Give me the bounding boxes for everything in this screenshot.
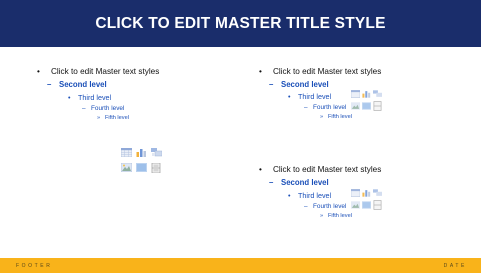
text-level-3[interactable]: • Third level: [68, 94, 111, 101]
insert-online-picture-icon[interactable]: [362, 102, 371, 110]
insert-content-icons: [351, 189, 383, 217]
text-level-1[interactable]: • Click to edit Master text styles: [259, 165, 382, 174]
text-level-2[interactable]: – Second level: [47, 81, 107, 89]
insert-picture-icon[interactable]: [121, 163, 132, 172]
text-level-1-label: Click to edit Master text styles: [273, 67, 382, 76]
bullet: •: [288, 92, 291, 101]
text-level-5-label: Fifth level: [328, 114, 352, 120]
slide-master: CLICK TO EDIT MASTER TITLE STYLE • Click …: [0, 0, 481, 273]
content-placeholder-bottom-right[interactable]: • Click to edit Master text styles – Secon…: [240, 155, 481, 235]
bullet: –: [304, 104, 308, 111]
text-level-3[interactable]: • Third level: [288, 192, 331, 199]
text-level-3-label: Third level: [78, 93, 112, 102]
text-level-1-label: Click to edit Master text styles: [273, 165, 382, 174]
bullet: »: [320, 213, 324, 219]
text-level-4[interactable]: – Fourth level: [304, 203, 347, 210]
insert-chart-icon[interactable]: [362, 189, 371, 197]
insert-online-picture-icon[interactable]: [362, 201, 371, 209]
insert-online-picture-icon[interactable]: [136, 163, 147, 172]
bullet: –: [269, 80, 274, 89]
bullet: »: [97, 115, 101, 121]
insert-video-icon[interactable]: [151, 163, 161, 173]
insert-smartart-icon[interactable]: [373, 90, 382, 98]
text-level-3[interactable]: • Third level: [288, 93, 331, 100]
bullet: »: [320, 114, 324, 120]
text-level-2-label: Second level: [59, 80, 107, 89]
insert-chart-icon[interactable]: [136, 148, 147, 157]
insert-content-icons: [121, 148, 163, 176]
text-level-4[interactable]: – Fourth level: [304, 104, 347, 111]
text-level-3-label: Third level: [298, 92, 332, 101]
insert-video-icon[interactable]: [373, 200, 382, 210]
text-level-2-label: Second level: [281, 178, 329, 187]
text-level-4-label: Fourth level: [313, 104, 347, 111]
text-level-5[interactable]: » Fifth level: [97, 115, 129, 122]
bullet: –: [47, 80, 52, 89]
text-level-2-label: Second level: [281, 80, 329, 89]
text-level-2[interactable]: – Second level: [269, 81, 329, 89]
insert-picture-icon[interactable]: [351, 102, 360, 110]
text-level-4-label: Fourth level: [91, 105, 125, 112]
bullet: •: [288, 191, 291, 200]
bullet: –: [82, 105, 86, 112]
bullet: •: [259, 165, 262, 174]
text-level-1[interactable]: • Click to edit Master text styles: [37, 67, 160, 76]
insert-content-icons: [351, 90, 383, 118]
text-level-5-label: Fifth level: [105, 115, 129, 121]
date-placeholder[interactable]: DATE: [444, 263, 467, 269]
text-level-5[interactable]: » Fifth level: [320, 213, 352, 220]
bullet: –: [304, 203, 308, 210]
text-level-4-label: Fourth level: [313, 203, 347, 210]
bullet: •: [259, 67, 262, 76]
insert-picture-icon[interactable]: [351, 201, 360, 209]
bullet: •: [37, 67, 40, 76]
insert-table-icon[interactable]: [351, 189, 360, 197]
insert-video-icon[interactable]: [373, 101, 382, 111]
text-level-4[interactable]: – Fourth level: [82, 105, 125, 112]
footer-placeholder[interactable]: FOOTER: [16, 263, 52, 269]
insert-table-icon[interactable]: [351, 90, 360, 98]
insert-smartart-icon[interactable]: [151, 148, 162, 157]
bullet: •: [68, 93, 71, 102]
text-level-5[interactable]: » Fifth level: [320, 114, 352, 121]
content-placeholder-left[interactable]: • Click to edit Master text styles – Secon…: [0, 0, 240, 255]
content-placeholder-top-right[interactable]: • Click to edit Master text styles – Secon…: [240, 55, 481, 135]
insert-smartart-icon[interactable]: [373, 189, 382, 197]
text-level-1-label: Click to edit Master text styles: [51, 67, 160, 76]
text-level-2[interactable]: – Second level: [269, 179, 329, 187]
insert-chart-icon[interactable]: [362, 90, 371, 98]
text-level-3-label: Third level: [298, 191, 332, 200]
insert-table-icon[interactable]: [121, 148, 132, 157]
bullet: –: [269, 178, 274, 187]
footer-bar: FOOTER DATE: [0, 258, 481, 273]
text-level-5-label: Fifth level: [328, 213, 352, 219]
text-level-1[interactable]: • Click to edit Master text styles: [259, 67, 382, 76]
